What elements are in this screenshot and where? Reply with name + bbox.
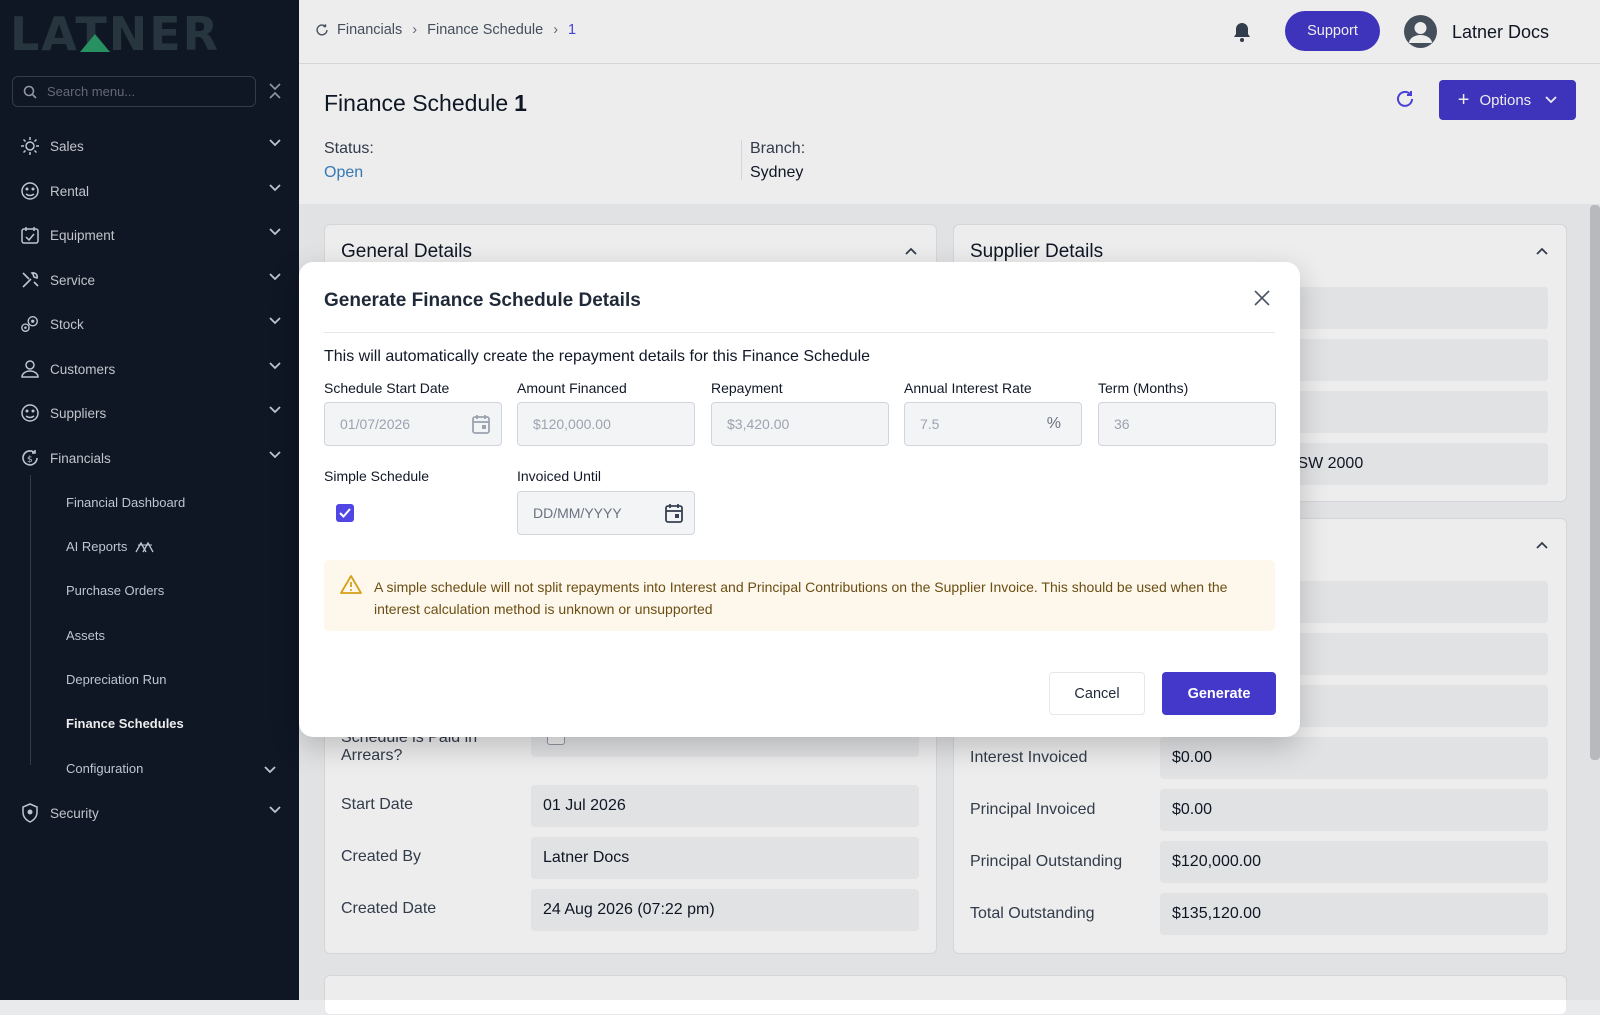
start-date-label: Schedule Start Date bbox=[324, 380, 450, 396]
invoiced-until-label: Invoiced Until bbox=[517, 468, 602, 484]
modal-divider bbox=[324, 332, 1275, 333]
schedule-start-date-input[interactable]: 01/07/2026 bbox=[324, 402, 502, 446]
amount-financed-label: Amount Financed bbox=[517, 380, 627, 396]
modal-description: This will automatically create the repay… bbox=[324, 348, 871, 365]
warning-alert: A simple schedule will not split repayme… bbox=[324, 560, 1275, 631]
generate-button[interactable]: Generate bbox=[1162, 672, 1276, 715]
warning-text: A simple schedule will not split repayme… bbox=[374, 579, 1228, 617]
repayment-label: Repayment bbox=[711, 380, 783, 396]
repayment-input[interactable]: $3,420.00 bbox=[711, 402, 889, 446]
cancel-button[interactable]: Cancel bbox=[1049, 672, 1145, 715]
simple-schedule-label: Simple Schedule bbox=[324, 468, 430, 484]
calendar-icon[interactable] bbox=[472, 414, 490, 434]
invoiced-until-input[interactable]: DD/MM/YYYY bbox=[517, 491, 695, 535]
percent-suffix: % bbox=[1046, 415, 1061, 432]
interest-rate-label: Annual Interest Rate bbox=[904, 380, 1032, 396]
amount-financed-input[interactable]: $120,000.00 bbox=[517, 402, 695, 446]
warning-icon bbox=[340, 575, 362, 594]
simple-schedule-checkbox[interactable] bbox=[336, 504, 354, 522]
checkmark-icon bbox=[339, 508, 351, 518]
term-months-input[interactable]: 36 bbox=[1098, 402, 1276, 446]
modal-title: Generate Finance Schedule Details bbox=[324, 290, 641, 311]
term-label: Term (Months) bbox=[1098, 380, 1189, 396]
close-icon[interactable] bbox=[1254, 290, 1270, 306]
interest-rate-input[interactable]: 7.5 % bbox=[904, 402, 1082, 446]
generate-schedule-modal: Generate Finance Schedule Details This w… bbox=[299, 262, 1300, 737]
calendar-icon[interactable] bbox=[665, 503, 683, 523]
